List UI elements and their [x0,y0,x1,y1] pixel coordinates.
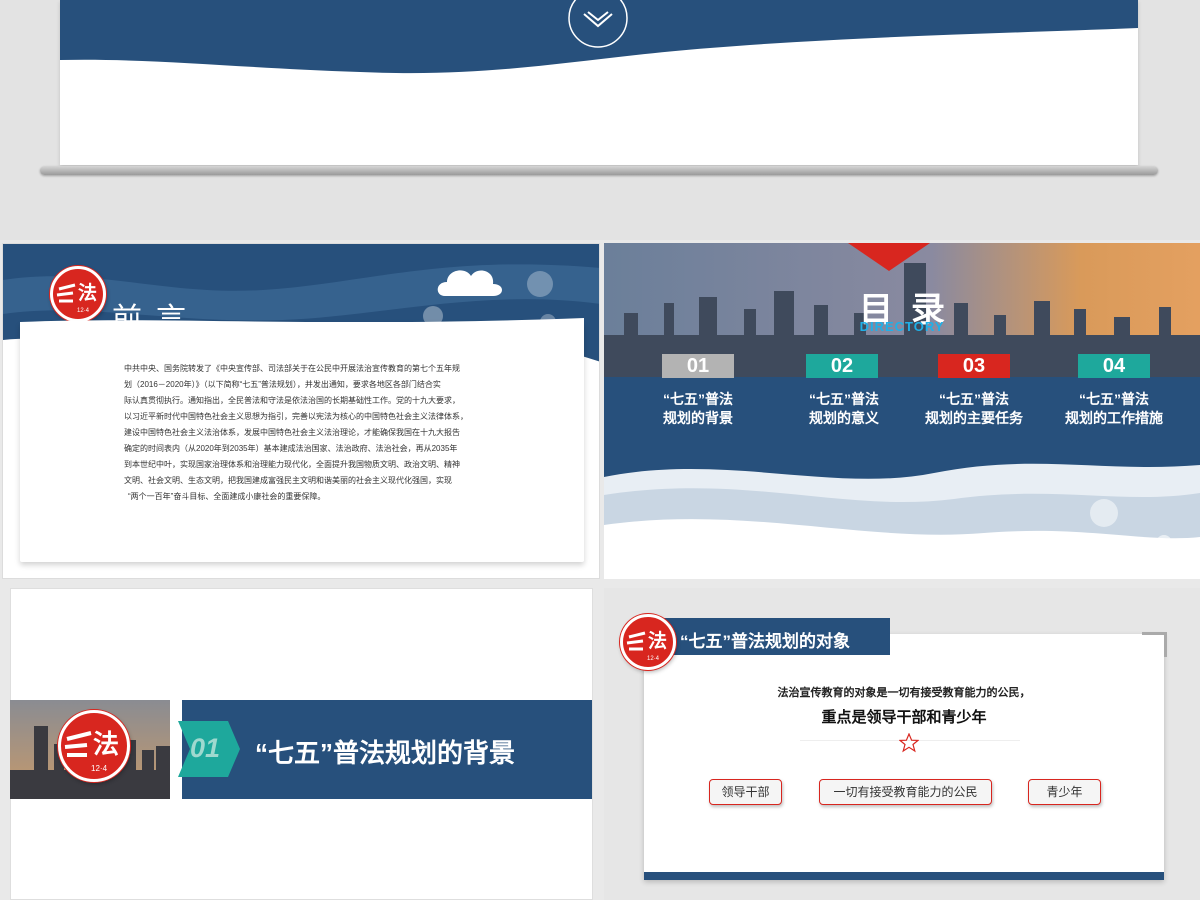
logo-glyph: 法 [78,281,97,304]
directory-number-04[interactable]: 04 [1078,354,1150,378]
preface-line: 际认真贯彻执行。通知指出，全民普法和守法是依法治国的长期基础性工作。党的十九大要… [124,396,460,405]
chevron-down-icon[interactable] [566,0,630,48]
preface-line: 确定的时间表内（从2020年到2035年）基本建成法治国家、法治政府、法治社会，… [124,444,458,453]
directory-item-line2: 规划的主要任务 [925,410,1023,426]
section-title: “七五”普法规划的背景 [255,738,516,768]
directory-item-line1: “七五”普法 [1079,391,1149,407]
logo-badge: 法 12·4 [620,614,676,670]
slide-rail-divider [40,166,1158,175]
object-statement-line2: 重点是领导干部和青少年 [821,709,987,726]
directory-number-02[interactable]: 02 [806,354,878,378]
card-corner-mark [1142,632,1167,657]
object-bottom-bar [644,872,1164,880]
preface-line: 中共中央、国务院转发了《中央宣传部、司法部关于在公民中开展法治宣传教育的第七个五… [124,364,460,373]
card-wave-top [20,318,584,330]
cloud-icon [437,270,502,296]
directory-item-line2: 规划的工作措施 [1065,410,1163,426]
preface-line: 划（2016－2020年）》（以下简称“七五”普法规划），并发出通知，要求各地区… [124,380,441,389]
directory-number-03[interactable]: 03 [938,354,1010,378]
object-statement-line1: 法治宣传教育的对象是一切有接受教育能力的公民， [777,687,1031,699]
logo-badge-text: 12·4 [647,656,660,662]
preface-line: “两个一百年”奋斗目标、全面建成小康社会的重要保障。 [128,492,326,501]
logo-glyph: 法 [93,729,119,759]
object-header-title: “七五”普法规划的对象 [680,632,850,651]
object-content-card [644,634,1164,880]
directory-item-4[interactable]: “七五”普法 规划的工作措施 [1049,390,1179,428]
directory-item-line2: 规划的意义 [809,410,879,426]
section-number: 01 [190,733,221,763]
directory-subtitle: DIRECTORY [859,319,945,334]
logo-badge-text: 12·4 [91,764,108,773]
preface-line: 以习近平新时代中国特色社会主义思想为指引，完善以宪法为核心的中国特色社会主义法律… [124,412,468,421]
directory-item-1[interactable]: “七五”普法 规划的背景 [633,390,763,428]
directory-item-line1: “七五”普法 [663,391,733,407]
directory-item-line1: “七五”普法 [939,391,1009,407]
logo-glyph: 法 [648,629,667,652]
logo-badge: 法 12·4 [58,710,130,782]
preface-line: 文明、社会文明、生态文明，把我国建成富强民主文明和谐美丽的社会主义现代化强国，实… [124,476,452,485]
directory-number-01[interactable]: 01 [662,354,734,378]
pill-youth[interactable]: 青少年 [1028,779,1101,805]
star-icon [898,732,920,753]
pill-leaders[interactable]: 领导干部 [709,779,782,805]
directory-item-line1: “七五”普法 [809,391,879,407]
directory-item-2[interactable]: “七五”普法 规划的意义 [779,390,909,428]
top-slide[interactable] [60,0,1138,165]
preface-line: 建设中国特色社会主义法治体系，发展中国特色社会主义法治理论，才能确保我国在十九大… [124,428,460,437]
directory-item-3[interactable]: “七五”普法 规划的主要任务 [909,390,1039,428]
preface-line: 到本世纪中叶，实现国家治理体系和治理能力现代化，全面提升我国物质文明、政治文明、… [124,460,460,469]
directory-item-line2: 规划的背景 [663,410,733,426]
pill-all-citizens[interactable]: 一切有接受教育能力的公民 [819,779,992,805]
